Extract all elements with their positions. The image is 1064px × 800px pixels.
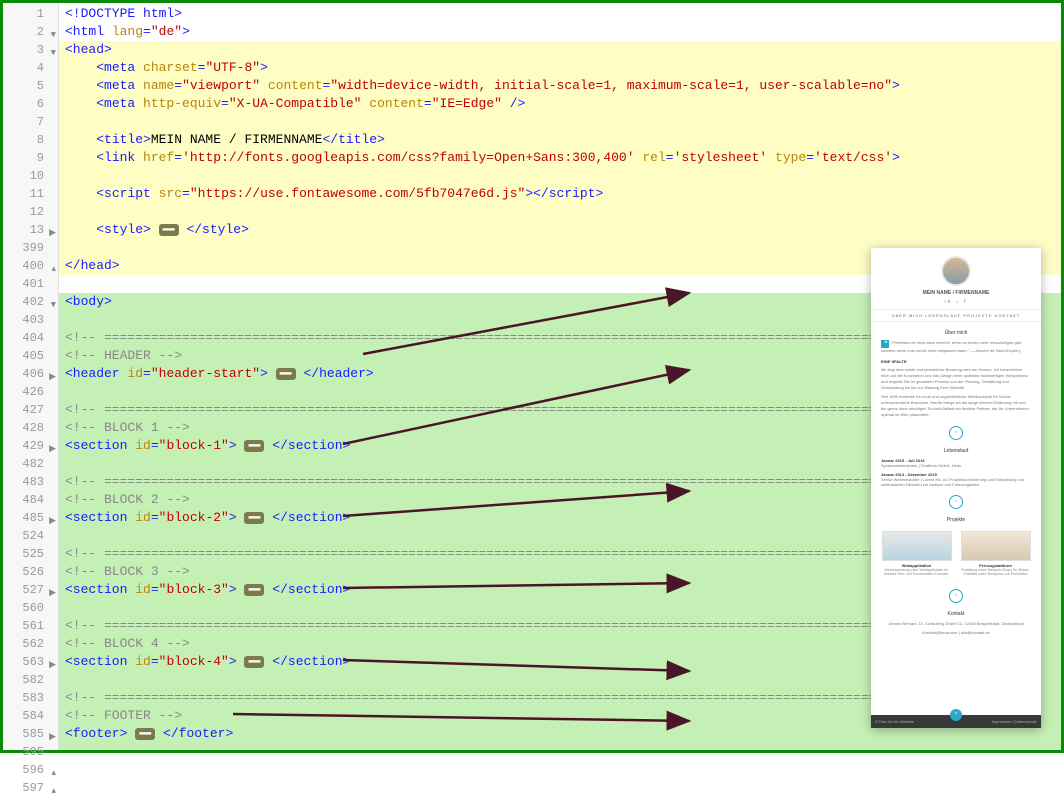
line-number: 402▼ xyxy=(3,293,58,311)
fold-toggle[interactable]: ▴ xyxy=(51,782,56,800)
line-number: 401 xyxy=(3,275,58,293)
line-number: 1 xyxy=(3,5,58,23)
code-line[interactable]: <style> ▬▬ </style> xyxy=(59,221,1061,239)
code-line[interactable]: <!DOCTYPE html> xyxy=(59,5,1061,23)
line-number: 562 xyxy=(3,635,58,653)
sub-text1: Mir liegt eine solide und persönliche Be… xyxy=(881,367,1031,391)
preview-name: MEIN NAME / FIRMENNAME xyxy=(871,290,1041,296)
fold-badge[interactable]: ▬▬ xyxy=(159,224,179,236)
line-number: 427 xyxy=(3,401,58,419)
code-line[interactable] xyxy=(59,743,1061,750)
fold-badge[interactable]: ▬▬ xyxy=(244,440,264,452)
line-number: 404 xyxy=(3,329,58,347)
line-number: 526 xyxy=(3,563,58,581)
line-number: 2▼ xyxy=(3,23,58,41)
sub-block: EINE SPALTE Mir liegt eine solide und pe… xyxy=(871,359,1041,418)
fold-badge[interactable]: ▬▬ xyxy=(135,728,155,740)
project-image xyxy=(882,531,952,561)
code-line[interactable] xyxy=(59,167,1061,185)
divider-icon: ◦ xyxy=(949,495,963,509)
line-number: 13▶ xyxy=(3,221,58,239)
line-number: 10 xyxy=(3,167,58,185)
line-number: 7 xyxy=(3,113,58,131)
project-card: Webapplikation Webanwendung einer Webapp… xyxy=(882,531,952,577)
line-number: 583 xyxy=(3,689,58,707)
line-number: 584 xyxy=(3,707,58,725)
cv-entry: Januar 2015 - Juli 2016Systemadministrat… xyxy=(871,458,1041,468)
code-line[interactable] xyxy=(59,203,1061,221)
line-number: 4 xyxy=(3,59,58,77)
line-number: 3▼ xyxy=(3,41,58,59)
line-number: 12 xyxy=(3,203,58,221)
code-line[interactable]: <html lang="de"> xyxy=(59,23,1061,41)
line-number: 405 xyxy=(3,347,58,365)
contact-text2: Kontakt@firma.com | info@kontakt.de xyxy=(871,630,1041,636)
sub-title: EINE SPALTE xyxy=(881,359,1031,365)
page-preview: MEIN NAME / FIRMENNAME in ⌂ f ÜBER MICH … xyxy=(871,248,1041,728)
line-number: 5 xyxy=(3,77,58,95)
line-number: 429▶ xyxy=(3,437,58,455)
code-line[interactable]: <meta http-equiv="X-UA-Compatible" conte… xyxy=(59,95,1061,113)
cv-entry: Januar 2014 - Dezember 2015Senior Webent… xyxy=(871,472,1041,487)
line-number: 428 xyxy=(3,419,58,437)
line-number: 8 xyxy=(3,131,58,149)
project-card: Fernzugslattform Erstellung eines Verkau… xyxy=(961,531,1031,577)
scroll-top-icon: ^ xyxy=(950,709,962,721)
social-icons: in ⌂ f xyxy=(871,299,1041,305)
divider-icon: ◦ xyxy=(949,589,963,603)
line-number: 561 xyxy=(3,617,58,635)
project-image xyxy=(961,531,1031,561)
line-number: 582 xyxy=(3,671,58,689)
section-title-cv: Lebenslauf xyxy=(871,448,1041,454)
line-number: 483 xyxy=(3,473,58,491)
line-number: 485▶ xyxy=(3,509,58,527)
sub-text2: Seit 1999 erarbeite ich neue und ungewöh… xyxy=(881,394,1031,418)
line-number: 585▶ xyxy=(3,725,58,743)
line-number: 399 xyxy=(3,239,58,257)
code-line[interactable]: <title>MEIN NAME / FIRMENNAME</title> xyxy=(59,131,1061,149)
preview-footer: ^ © Dies ist ein Website Impressum | Dat… xyxy=(871,715,1041,728)
fold-badge[interactable]: ▬▬ xyxy=(244,584,264,596)
contact-text: Johann Bernard, Dr. Consulting GmbH 12, … xyxy=(871,621,1041,627)
line-number: 406▶ xyxy=(3,365,58,383)
fold-badge[interactable]: ▬▬ xyxy=(244,512,264,524)
divider-icon: ◦ xyxy=(949,426,963,440)
code-line[interactable] xyxy=(59,113,1061,131)
fold-badge[interactable]: ▬▬ xyxy=(276,368,296,380)
section-title-contact: Kontakt xyxy=(871,611,1041,617)
line-number: 484 xyxy=(3,491,58,509)
code-line[interactable]: <head> xyxy=(59,41,1061,59)
line-number: 6 xyxy=(3,95,58,113)
line-number: 524 xyxy=(3,527,58,545)
line-number: 403 xyxy=(3,311,58,329)
line-number: 525 xyxy=(3,545,58,563)
line-number: 560 xyxy=(3,599,58,617)
line-number: 482 xyxy=(3,455,58,473)
line-number: 527▶ xyxy=(3,581,58,599)
line-number: 563▶ xyxy=(3,653,58,671)
fold-badge[interactable]: ▬▬ xyxy=(244,656,264,668)
line-number: 597▴ xyxy=(3,779,58,797)
line-number: 9 xyxy=(3,149,58,167)
code-line[interactable]: <script src="https://use.fontawesome.com… xyxy=(59,185,1061,203)
quote-block: ❝"Perfektion ist nicht dann erreicht, we… xyxy=(871,340,1041,354)
code-line[interactable]: <meta charset="UTF-8"> xyxy=(59,59,1061,77)
line-number: 426 xyxy=(3,383,58,401)
gutter: 12▼3▼45678910111213▶399400▴401402▼403404… xyxy=(3,3,59,750)
line-number: 596▴ xyxy=(3,761,58,779)
line-number: 595 xyxy=(3,743,58,761)
code-line[interactable]: <meta name="viewport" content="width=dev… xyxy=(59,77,1061,95)
section-title-projects: Projekte xyxy=(871,517,1041,523)
quote-icon: ❝ xyxy=(881,340,889,348)
projects-row: Webapplikation Webanwendung einer Webapp… xyxy=(871,527,1041,581)
line-number: 11 xyxy=(3,185,58,203)
avatar xyxy=(941,256,971,286)
preview-nav: ÜBER MICH LEBENSLAUF PROJEKTE KONTAKT xyxy=(871,309,1041,322)
line-number: 400▴ xyxy=(3,257,58,275)
section-title-about: Über mich xyxy=(871,330,1041,336)
code-line[interactable]: <link href='http://fonts.googleapis.com/… xyxy=(59,149,1061,167)
